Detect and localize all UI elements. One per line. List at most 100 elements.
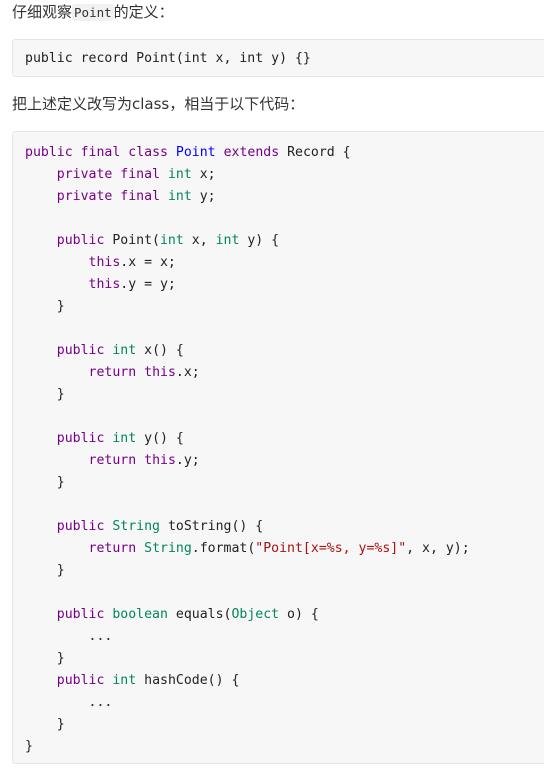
code-token: o) { [279, 607, 319, 622]
code-token: ... [25, 629, 113, 644]
code-token: public [56, 233, 105, 248]
code-token: x, [183, 233, 216, 248]
inline-code-point: Point [72, 4, 114, 21]
code-line: ... [25, 692, 470, 714]
code-token: String [144, 541, 192, 556]
code-token: Object [231, 607, 280, 622]
code-line: public final class Point extends Record … [25, 142, 470, 164]
code-line: public Point(int x, int y) { [25, 230, 470, 252]
code-line: } [25, 296, 470, 318]
code-token: int [112, 343, 137, 358]
code-token: String [112, 519, 160, 534]
code-token: this [144, 453, 176, 468]
code-line: this.y = y; [25, 274, 470, 296]
code-line: } [25, 472, 470, 494]
code-token: final [80, 145, 121, 160]
code-token: "Point[x=%s, y=%s]" [255, 541, 407, 556]
code-token: this [88, 277, 121, 292]
code-token: equals( [167, 607, 232, 622]
code-token: public record Point(int x, int y) {} [25, 51, 311, 66]
code-line: } [25, 714, 470, 736]
code-token: toString() { [160, 519, 264, 534]
rewrite-paragraph: 把上述定义改写为class，相当于以下代码： [12, 95, 305, 113]
code-token: int [159, 233, 184, 248]
record-code: public record Point(int x, int y) {} [25, 48, 311, 70]
code-token: y() { [136, 431, 184, 446]
code-token: public [56, 431, 105, 446]
code-token: .y = y; [120, 277, 176, 292]
code-token: return [88, 541, 137, 556]
code-token: y; [191, 189, 216, 204]
code-token: } [25, 651, 65, 666]
class-code-block: public final class Point extends Record … [12, 131, 544, 764]
code-token: public [56, 519, 105, 534]
code-token: return [88, 365, 137, 380]
code-token: Point( [104, 233, 160, 248]
code-token: int [167, 167, 192, 182]
code-token: } [25, 299, 65, 314]
code-token: Record { [279, 145, 351, 160]
code-token: public [56, 607, 105, 622]
code-token: int [112, 431, 137, 446]
code-token: int [112, 673, 137, 688]
code-token: } [25, 717, 65, 732]
code-line: public boolean equals(Object o) { [25, 604, 470, 626]
code-token: } [25, 475, 65, 490]
code-token: final [120, 167, 160, 182]
code-token: hashCode() { [136, 673, 240, 688]
code-token: x() { [136, 343, 184, 358]
code-token: private [56, 189, 113, 204]
code-line: public record Point(int x, int y) {} [25, 48, 311, 70]
code-token: class [128, 145, 168, 160]
code-token: .x = x; [120, 255, 176, 270]
code-token: this [144, 365, 176, 380]
code-line: public int y() { [25, 428, 470, 450]
code-token: int [215, 233, 240, 248]
intro-paragraph: 仔细观察 Point 的定义： [12, 1, 174, 24]
code-token: int [167, 189, 192, 204]
code-token: } [25, 739, 33, 754]
code-token: public [56, 673, 105, 688]
code-token: Point [175, 145, 216, 160]
code-line: } [25, 384, 470, 406]
code-token: .format( [191, 541, 256, 556]
code-token: .y; [175, 453, 200, 468]
code-token: ... [25, 695, 113, 710]
code-token: .x; [175, 365, 200, 380]
code-token: return [88, 453, 137, 468]
code-line: return String.format("Point[x=%s, y=%s]"… [25, 538, 470, 560]
code-line: this.x = x; [25, 252, 470, 274]
code-line: public String toString() { [25, 516, 470, 538]
code-line: public int hashCode() { [25, 670, 470, 692]
code-token: extends [223, 145, 280, 160]
class-code: public final class Point extends Record … [25, 142, 470, 758]
code-line: } [25, 648, 470, 670]
code-token: this [88, 255, 121, 270]
code-token: final [120, 189, 160, 204]
code-line: } [25, 560, 470, 582]
code-token: private [56, 167, 113, 182]
code-token: } [25, 387, 65, 402]
